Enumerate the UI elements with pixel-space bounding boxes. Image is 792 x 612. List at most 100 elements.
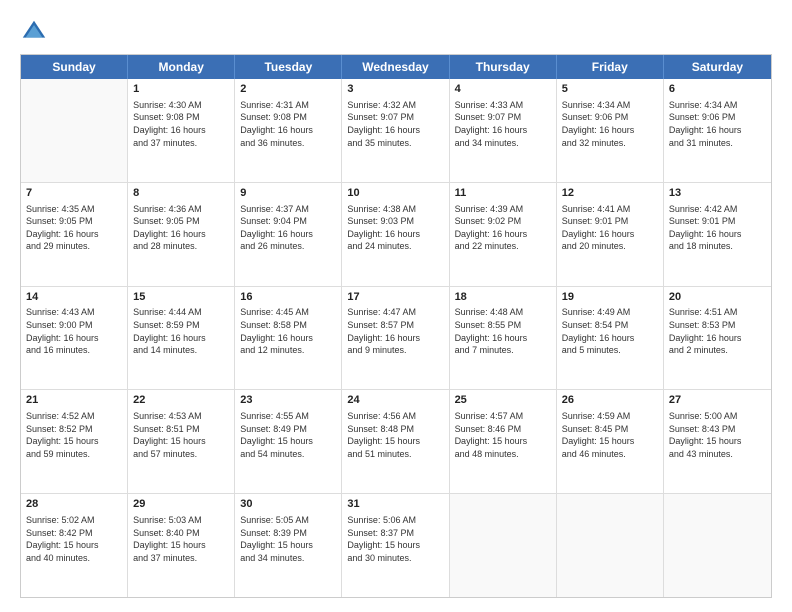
calendar-cell-day-19: 19Sunrise: 4:49 AM Sunset: 8:54 PM Dayli… [557, 287, 664, 390]
cell-info: Sunrise: 4:48 AM Sunset: 8:55 PM Dayligh… [455, 306, 551, 356]
calendar-cell-day-15: 15Sunrise: 4:44 AM Sunset: 8:59 PM Dayli… [128, 287, 235, 390]
calendar-cell-day-24: 24 Sunrise: 4:56 AM Sunset: 8:48 PM Dayli… [342, 390, 449, 493]
cell-info: Sunrise: 4:56 AM Sunset: 8:48 PM Dayligh… [347, 410, 443, 460]
day-number: 2 [240, 82, 336, 97]
day-number: 30 [240, 497, 336, 512]
calendar-cell-day-27: 27Sunrise: 5:00 AM Sunset: 8:43 PM Dayli… [664, 390, 771, 493]
day-number: 9 [240, 186, 336, 201]
calendar-cell-day-9: 9 Sunrise: 4:37 AM Sunset: 9:04 PM Daylig… [235, 183, 342, 286]
calendar-cell-day-14: 14Sunrise: 4:43 AM Sunset: 9:00 PM Dayli… [21, 287, 128, 390]
day-number: 25 [455, 393, 551, 408]
calendar-row-1: 1Sunrise: 4:30 AM Sunset: 9:08 PM Daylig… [21, 79, 771, 183]
calendar-cell-day-4: 4 Sunrise: 4:33 AM Sunset: 9:07 PM Daylig… [450, 79, 557, 182]
cell-info: Sunrise: 4:34 AM Sunset: 9:06 PM Dayligh… [562, 99, 658, 149]
day-number: 13 [669, 186, 766, 201]
calendar-cell-day-17: 17Sunrise: 4:47 AM Sunset: 8:57 PM Dayli… [342, 287, 449, 390]
logo [20, 18, 52, 46]
calendar-cell-day-25: 25 Sunrise: 4:57 AM Sunset: 8:46 PM Dayli… [450, 390, 557, 493]
cell-info: Sunrise: 4:42 AM Sunset: 9:01 PM Dayligh… [669, 203, 766, 253]
calendar-row-3: 14Sunrise: 4:43 AM Sunset: 9:00 PM Dayli… [21, 287, 771, 391]
calendar-cell-day-6: 6Sunrise: 4:34 AM Sunset: 9:06 PM Daylig… [664, 79, 771, 182]
day-number: 20 [669, 290, 766, 305]
day-number: 15 [133, 290, 229, 305]
header-day-sunday: Sunday [21, 55, 128, 79]
cell-info: Sunrise: 4:39 AM Sunset: 9:02 PM Dayligh… [455, 203, 551, 253]
cell-info: Sunrise: 4:36 AM Sunset: 9:05 PM Dayligh… [133, 203, 229, 253]
calendar-cell-day-26: 26Sunrise: 4:59 AM Sunset: 8:45 PM Dayli… [557, 390, 664, 493]
calendar-cell-day-3: 3 Sunrise: 4:32 AM Sunset: 9:07 PM Daylig… [342, 79, 449, 182]
day-number: 26 [562, 393, 658, 408]
calendar-cell-day-1: 1Sunrise: 4:30 AM Sunset: 9:08 PM Daylig… [128, 79, 235, 182]
cell-info: Sunrise: 4:52 AM Sunset: 8:52 PM Dayligh… [26, 410, 122, 460]
calendar-row-5: 28Sunrise: 5:02 AM Sunset: 8:42 PM Dayli… [21, 494, 771, 597]
calendar-cell-day-30: 30Sunrise: 5:05 AM Sunset: 8:39 PM Dayli… [235, 494, 342, 597]
calendar-cell-empty [450, 494, 557, 597]
calendar-cell-day-28: 28Sunrise: 5:02 AM Sunset: 8:42 PM Dayli… [21, 494, 128, 597]
day-number: 22 [133, 393, 229, 408]
calendar-cell-day-8: 8 Sunrise: 4:36 AM Sunset: 9:05 PM Daylig… [128, 183, 235, 286]
day-number: 10 [347, 186, 443, 201]
cell-info: Sunrise: 4:38 AM Sunset: 9:03 PM Dayligh… [347, 203, 443, 253]
header-day-wednesday: Wednesday [342, 55, 449, 79]
cell-info: Sunrise: 4:53 AM Sunset: 8:51 PM Dayligh… [133, 410, 229, 460]
calendar-cell-day-22: 22 Sunrise: 4:53 AM Sunset: 8:51 PM Dayli… [128, 390, 235, 493]
day-number: 19 [562, 290, 658, 305]
day-number: 1 [133, 82, 229, 97]
calendar-cell-day-12: 12 Sunrise: 4:41 AM Sunset: 9:01 PM Dayli… [557, 183, 664, 286]
header-day-thursday: Thursday [450, 55, 557, 79]
header-day-saturday: Saturday [664, 55, 771, 79]
cell-info: Sunrise: 4:55 AM Sunset: 8:49 PM Dayligh… [240, 410, 336, 460]
header-day-friday: Friday [557, 55, 664, 79]
calendar-row-4: 21Sunrise: 4:52 AM Sunset: 8:52 PM Dayli… [21, 390, 771, 494]
cell-info: Sunrise: 4:57 AM Sunset: 8:46 PM Dayligh… [455, 410, 551, 460]
cell-info: Sunrise: 4:44 AM Sunset: 8:59 PM Dayligh… [133, 306, 229, 356]
day-number: 27 [669, 393, 766, 408]
cell-info: Sunrise: 4:37 AM Sunset: 9:04 PM Dayligh… [240, 203, 336, 253]
cell-info: Sunrise: 4:45 AM Sunset: 8:58 PM Dayligh… [240, 306, 336, 356]
cell-info: Sunrise: 4:31 AM Sunset: 9:08 PM Dayligh… [240, 99, 336, 149]
calendar-cell-day-18: 18Sunrise: 4:48 AM Sunset: 8:55 PM Dayli… [450, 287, 557, 390]
calendar-cell-day-5: 5Sunrise: 4:34 AM Sunset: 9:06 PM Daylig… [557, 79, 664, 182]
day-number: 7 [26, 186, 122, 201]
header [20, 18, 772, 46]
logo-icon [20, 18, 48, 46]
calendar-cell-day-2: 2 Sunrise: 4:31 AM Sunset: 9:08 PM Daylig… [235, 79, 342, 182]
cell-info: Sunrise: 4:41 AM Sunset: 9:01 PM Dayligh… [562, 203, 658, 253]
page: SundayMondayTuesdayWednesdayThursdayFrid… [0, 0, 792, 612]
calendar-cell-day-13: 13 Sunrise: 4:42 AM Sunset: 9:01 PM Dayli… [664, 183, 771, 286]
calendar-cell-day-16: 16Sunrise: 4:45 AM Sunset: 8:58 PM Dayli… [235, 287, 342, 390]
calendar-cell-day-20: 20Sunrise: 4:51 AM Sunset: 8:53 PM Dayli… [664, 287, 771, 390]
day-number: 17 [347, 290, 443, 305]
calendar-cell-day-31: 31Sunrise: 5:06 AM Sunset: 8:37 PM Dayli… [342, 494, 449, 597]
calendar-cell-day-7: 7 Sunrise: 4:35 AM Sunset: 9:05 PM Daylig… [21, 183, 128, 286]
day-number: 16 [240, 290, 336, 305]
cell-info: Sunrise: 4:51 AM Sunset: 8:53 PM Dayligh… [669, 306, 766, 356]
header-day-monday: Monday [128, 55, 235, 79]
cell-info: Sunrise: 4:32 AM Sunset: 9:07 PM Dayligh… [347, 99, 443, 149]
day-number: 24 [347, 393, 443, 408]
calendar-header: SundayMondayTuesdayWednesdayThursdayFrid… [21, 55, 771, 79]
calendar-cell-day-11: 11Sunrise: 4:39 AM Sunset: 9:02 PM Dayli… [450, 183, 557, 286]
calendar-cell-empty [21, 79, 128, 182]
cell-info: Sunrise: 5:06 AM Sunset: 8:37 PM Dayligh… [347, 514, 443, 564]
cell-info: Sunrise: 4:43 AM Sunset: 9:00 PM Dayligh… [26, 306, 122, 356]
cell-info: Sunrise: 4:49 AM Sunset: 8:54 PM Dayligh… [562, 306, 658, 356]
day-number: 18 [455, 290, 551, 305]
cell-info: Sunrise: 4:33 AM Sunset: 9:07 PM Dayligh… [455, 99, 551, 149]
day-number: 12 [562, 186, 658, 201]
calendar: SundayMondayTuesdayWednesdayThursdayFrid… [20, 54, 772, 598]
day-number: 14 [26, 290, 122, 305]
day-number: 6 [669, 82, 766, 97]
header-day-tuesday: Tuesday [235, 55, 342, 79]
calendar-row-2: 7 Sunrise: 4:35 AM Sunset: 9:05 PM Daylig… [21, 183, 771, 287]
calendar-cell-empty [557, 494, 664, 597]
day-number: 8 [133, 186, 229, 201]
calendar-cell-day-23: 23Sunrise: 4:55 AM Sunset: 8:49 PM Dayli… [235, 390, 342, 493]
day-number: 3 [347, 82, 443, 97]
day-number: 4 [455, 82, 551, 97]
day-number: 29 [133, 497, 229, 512]
cell-info: Sunrise: 4:47 AM Sunset: 8:57 PM Dayligh… [347, 306, 443, 356]
cell-info: Sunrise: 5:03 AM Sunset: 8:40 PM Dayligh… [133, 514, 229, 564]
cell-info: Sunrise: 4:35 AM Sunset: 9:05 PM Dayligh… [26, 203, 122, 253]
calendar-body: 1Sunrise: 4:30 AM Sunset: 9:08 PM Daylig… [21, 79, 771, 597]
